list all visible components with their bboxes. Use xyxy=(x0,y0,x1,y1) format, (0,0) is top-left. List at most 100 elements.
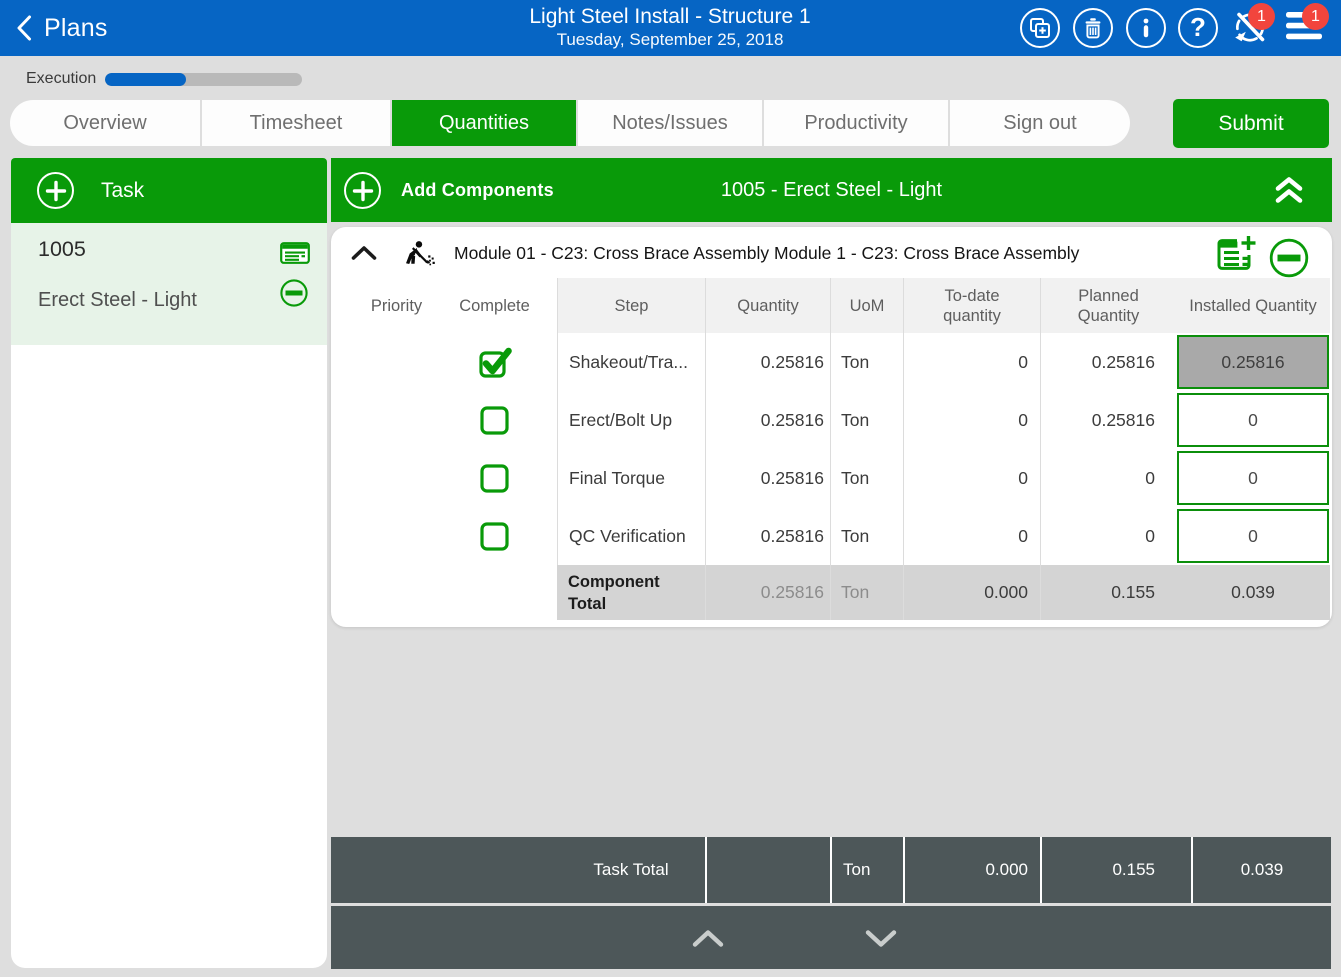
top-bar: Plans Light Steel Install - Structure 1 … xyxy=(0,0,1341,56)
task-list-item[interactable]: 1005 Erect Steel - Light xyxy=(11,223,327,345)
installed-quantity-input[interactable]: 0.25816 xyxy=(1177,335,1329,389)
complete-cell xyxy=(462,565,557,620)
component-header-bar: 1005 - Erect Steel - Light Add Component… xyxy=(331,158,1332,222)
tab-overview[interactable]: Overview xyxy=(10,100,200,146)
trash-icon[interactable] xyxy=(1073,8,1113,48)
component-total-planned: 0.155 xyxy=(1040,565,1176,620)
component-total-to-date: 0.000 xyxy=(903,565,1040,620)
priority-cell xyxy=(331,449,462,507)
back-label: Plans xyxy=(44,13,108,42)
to-date-cell: 0 xyxy=(903,449,1040,507)
task-total-uom: Ton xyxy=(830,837,903,903)
complete-checkbox[interactable] xyxy=(462,507,557,565)
installed-quantity-cell: 0 xyxy=(1176,507,1330,565)
column-header-uom: UoM xyxy=(830,278,903,333)
tab-sign-out[interactable]: Sign out xyxy=(950,100,1130,146)
task-panel-title: Task xyxy=(101,178,145,202)
column-header-step: Step xyxy=(557,278,705,333)
component-total-uom: Ton xyxy=(830,565,903,620)
unchecked-checkbox-icon xyxy=(480,521,509,551)
task-total-spacer xyxy=(331,837,557,903)
task-panel: Task 1005 Erect Steel - Light xyxy=(11,158,327,968)
column-header-planned-quantity: Planned Quantity xyxy=(1040,278,1176,333)
tab-notes-issues[interactable]: Notes/Issues xyxy=(578,100,762,146)
execution-progress-bar xyxy=(105,73,302,86)
page-date: Tuesday, September 25, 2018 xyxy=(556,30,784,49)
step-cell: Erect/Bolt Up xyxy=(557,391,705,449)
submit-button[interactable]: Submit xyxy=(1173,99,1329,148)
info-icon[interactable] xyxy=(1126,8,1166,48)
installed-quantity-cell: 0 xyxy=(1176,449,1330,507)
scroll-up-icon[interactable] xyxy=(692,930,724,947)
component-total-installed: 0.039 xyxy=(1176,565,1330,620)
tab-productivity[interactable]: Productivity xyxy=(764,100,948,146)
complete-checkbox[interactable] xyxy=(462,391,557,449)
priority-cell xyxy=(331,333,462,391)
task-panel-header: Task xyxy=(11,158,327,223)
task-number: 1005 xyxy=(38,237,86,261)
complete-checkbox[interactable] xyxy=(462,449,557,507)
priority-cell xyxy=(331,391,462,449)
task-total-installed: 0.039 xyxy=(1191,837,1331,903)
column-header-to-date-quantity: To-date quantity xyxy=(903,278,1040,333)
planned-cell: 0.25816 xyxy=(1040,333,1176,391)
checked-checkbox-icon xyxy=(478,347,512,378)
help-icon[interactable]: ? xyxy=(1178,8,1218,48)
tab-timesheet[interactable]: Timesheet xyxy=(202,100,390,146)
remove-task-icon[interactable] xyxy=(280,279,308,307)
column-header-priority: Priority xyxy=(370,296,423,315)
copy-icon[interactable] xyxy=(1020,8,1060,48)
component-title: Module 01 - C23: Cross Brace Assembly Mo… xyxy=(454,243,1080,263)
column-header-installed-quantity: Installed Quantity xyxy=(1176,278,1330,333)
step-cell: QC Verification xyxy=(557,507,705,565)
worker-icon xyxy=(400,240,437,268)
add-note-icon[interactable] xyxy=(1215,233,1257,273)
step-cell: Final Torque xyxy=(557,449,705,507)
installed-quantity-cell: 0.25816 xyxy=(1176,333,1330,391)
component-total-label: Component Total xyxy=(557,565,705,620)
tab-quantities[interactable]: Quantities xyxy=(392,100,576,146)
unchecked-checkbox-icon xyxy=(480,405,509,435)
uom-cell: Ton xyxy=(830,507,903,565)
sync-badge: 1 xyxy=(1248,3,1275,30)
component-total-quantity: 0.25816 xyxy=(705,565,830,620)
uom-cell: Ton xyxy=(830,449,903,507)
execution-label: Execution xyxy=(26,70,97,87)
priority-cell xyxy=(331,565,462,620)
menu-badge: 1 xyxy=(1302,3,1329,30)
scroll-down-icon[interactable] xyxy=(865,930,897,947)
quantity-cell: 0.25816 xyxy=(705,507,830,565)
back-button[interactable]: Plans xyxy=(16,0,108,56)
quantity-cell: 0.25816 xyxy=(705,449,830,507)
planned-cell: 0 xyxy=(1040,507,1176,565)
quantities-table: Priority Complete Step Quantity UoM To-date qu… xyxy=(331,278,1330,620)
tab-bar: Overview Timesheet Quantities Notes/Issu… xyxy=(10,100,1130,146)
quantity-cell: 0.25816 xyxy=(705,391,830,449)
task-name: Erect Steel - Light xyxy=(38,289,197,311)
uom-cell: Ton xyxy=(830,391,903,449)
add-components-label: Add Components xyxy=(401,179,554,200)
page-title: Light Steel Install - Structure 1 xyxy=(529,5,811,28)
installed-quantity-cell: 0 xyxy=(1176,391,1330,449)
installed-quantity-input[interactable]: 0 xyxy=(1177,509,1329,563)
column-header-quantity: Quantity xyxy=(705,278,830,333)
task-total-planned: 0.155 xyxy=(1040,837,1191,903)
to-date-cell: 0 xyxy=(903,333,1040,391)
collapse-all-icon[interactable] xyxy=(1274,176,1304,204)
back-chevron-icon xyxy=(17,15,31,41)
collapse-component-icon[interactable] xyxy=(351,245,377,261)
remove-component-icon[interactable] xyxy=(1269,238,1309,278)
to-date-cell: 0 xyxy=(903,391,1040,449)
add-task-button[interactable] xyxy=(37,172,74,209)
complete-checkbox[interactable] xyxy=(462,333,557,391)
installed-quantity-input[interactable]: 0 xyxy=(1177,451,1329,505)
installed-quantity-input[interactable]: 0 xyxy=(1177,393,1329,447)
quantity-cell: 0.25816 xyxy=(705,333,830,391)
pager-bar xyxy=(331,906,1331,969)
uom-cell: Ton xyxy=(830,333,903,391)
task-total-bar: Task Total Ton 0.000 0.155 0.039 xyxy=(331,837,1331,903)
task-total-label: Task Total xyxy=(593,860,669,879)
component-card: Module 01 - C23: Cross Brace Assembly Mo… xyxy=(331,227,1332,627)
planned-cell: 0.25816 xyxy=(1040,391,1176,449)
task-details-icon[interactable] xyxy=(280,242,310,264)
